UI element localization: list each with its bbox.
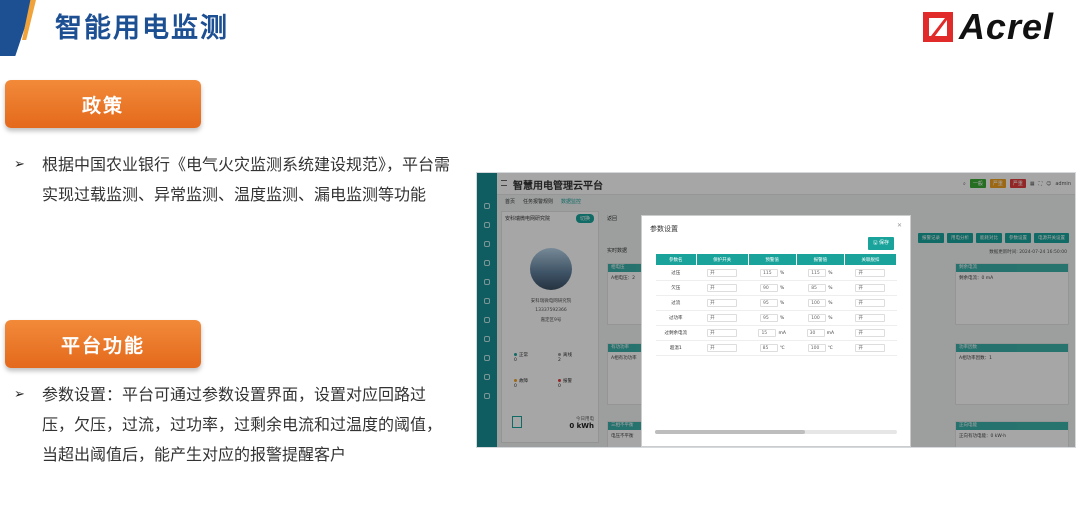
param-name: 超温1 bbox=[655, 340, 697, 356]
table-row: 过剩余电流开 15 mA 30 mA 开 bbox=[655, 325, 897, 341]
switch-select[interactable]: 开 bbox=[707, 329, 738, 337]
trip-select[interactable]: 开 bbox=[855, 284, 886, 292]
modal-title: 参数设置 bbox=[650, 225, 678, 233]
alarm-unit: % bbox=[828, 271, 833, 276]
alarm-input[interactable]: 100 bbox=[808, 299, 827, 307]
warn-input[interactable]: 95 bbox=[760, 314, 779, 322]
logo-text: Acrel bbox=[958, 6, 1054, 47]
alarm-unit: % bbox=[828, 286, 833, 291]
alarm-input[interactable]: 115 bbox=[808, 269, 827, 277]
switch-select[interactable]: 开 bbox=[707, 299, 738, 307]
table-row: 超温1 开 85 ℃ 100 ℃ 开 bbox=[655, 340, 897, 356]
col-name: 参数名 bbox=[655, 253, 697, 266]
warn-input[interactable]: 115 bbox=[760, 269, 779, 277]
alarm-input[interactable]: 85 bbox=[808, 284, 827, 292]
alarm-unit: % bbox=[828, 316, 833, 321]
trip-select[interactable]: 开 bbox=[855, 344, 886, 352]
acrel-logo: Acrel bbox=[921, 6, 1054, 48]
warn-input[interactable]: 85 bbox=[759, 344, 778, 352]
warn-unit: % bbox=[780, 286, 785, 291]
policy-bullet: ➢ 根据中国农业银行《电气火灾监测系统建设规范》，平台需实现过载监测、异常监测、… bbox=[14, 150, 454, 210]
table-row: 欠压开 90% 85% 开 bbox=[655, 280, 897, 296]
trip-select[interactable]: 开 bbox=[855, 329, 886, 337]
switch-select[interactable]: 开 bbox=[707, 344, 738, 352]
switch-select[interactable]: 开 bbox=[707, 269, 738, 277]
trip-select[interactable]: 开 bbox=[855, 299, 886, 307]
close-icon[interactable]: ✕ bbox=[897, 222, 902, 229]
col-alarm: 报警值 bbox=[795, 253, 845, 266]
warn-input[interactable]: 95 bbox=[760, 299, 779, 307]
param-name: 过流 bbox=[655, 295, 697, 311]
slide: 智能用电监测 Acrel 政策 ➢ 根据中国农业银行《电气火灾监测系统建设规范》… bbox=[0, 0, 1080, 505]
app-screenshot: 智慧用电管理云平台 ⌕ 一般 严重 严重 ▦ ⛶ ☺ admin 首页 任务报警… bbox=[476, 172, 1076, 448]
bullet-arrow-icon: ➢ bbox=[14, 387, 25, 402]
platform-text: 参数设置：平台可通过参数设置界面，设置对应回路过压，欠压，过流，过功率，过剩余电… bbox=[42, 385, 443, 464]
table-row: 过流开 95% 100% 开 bbox=[655, 295, 897, 311]
warn-unit: % bbox=[780, 316, 785, 321]
alarm-unit: mA bbox=[826, 331, 835, 336]
alarm-input[interactable]: 30 bbox=[806, 329, 825, 337]
platform-label: 平台功能 bbox=[5, 320, 201, 368]
policy-text: 根据中国农业银行《电气火灾监测系统建设规范》，平台需实现过载监测、异常监测、温度… bbox=[42, 155, 451, 204]
save-button[interactable]: 🖫 保存 bbox=[868, 237, 894, 250]
col-switch: 保护开关 bbox=[695, 253, 749, 266]
warn-unit: mA bbox=[778, 331, 786, 336]
table-row: 过压开 115% 115% 开 bbox=[655, 265, 897, 281]
warn-input[interactable]: 15 bbox=[758, 329, 777, 337]
col-trip: 关联脱扣 bbox=[843, 253, 898, 266]
trip-select[interactable]: 开 bbox=[855, 314, 886, 322]
col-warn: 预警值 bbox=[747, 253, 797, 266]
param-name: 过剩余电流 bbox=[655, 325, 697, 341]
page-title: 智能用电监测 bbox=[55, 13, 229, 44]
alarm-input[interactable]: 100 bbox=[807, 344, 826, 352]
warn-unit: % bbox=[780, 271, 785, 276]
warn-unit: ℃ bbox=[779, 346, 785, 351]
platform-bullet: ➢ 参数设置：平台可通过参数设置界面，设置对应回路过压，欠压，过流，过功率，过剩… bbox=[14, 380, 454, 470]
acrel-logo-icon bbox=[922, 12, 953, 42]
switch-select[interactable]: 开 bbox=[707, 314, 738, 322]
table-row: 过功率开 95% 100% 开 bbox=[655, 310, 897, 326]
alarm-unit: ℃ bbox=[827, 346, 833, 351]
save-icon: 🖫 bbox=[873, 240, 878, 246]
param-settings-modal: 参数设置 ✕ 🖫 保存 参数名 保护开关 预警值 报警值 关联脱扣 过压开 115… bbox=[641, 215, 911, 447]
param-name: 过功率 bbox=[655, 310, 697, 326]
alarm-input[interactable]: 100 bbox=[808, 314, 827, 322]
bullet-arrow-icon: ➢ bbox=[14, 157, 25, 172]
horizontal-scrollbar[interactable] bbox=[655, 430, 897, 434]
trip-select[interactable]: 开 bbox=[855, 269, 886, 277]
param-name: 欠压 bbox=[655, 280, 697, 296]
warn-unit: % bbox=[780, 301, 785, 306]
policy-label: 政策 bbox=[5, 80, 201, 128]
param-table: 参数名 保护开关 预警值 报警值 关联脱扣 过压开 115% 115% 开欠压开 90%… bbox=[655, 253, 898, 356]
warn-input[interactable]: 90 bbox=[760, 284, 779, 292]
alarm-unit: % bbox=[828, 301, 833, 306]
switch-select[interactable]: 开 bbox=[707, 284, 738, 292]
param-name: 过压 bbox=[655, 265, 697, 281]
